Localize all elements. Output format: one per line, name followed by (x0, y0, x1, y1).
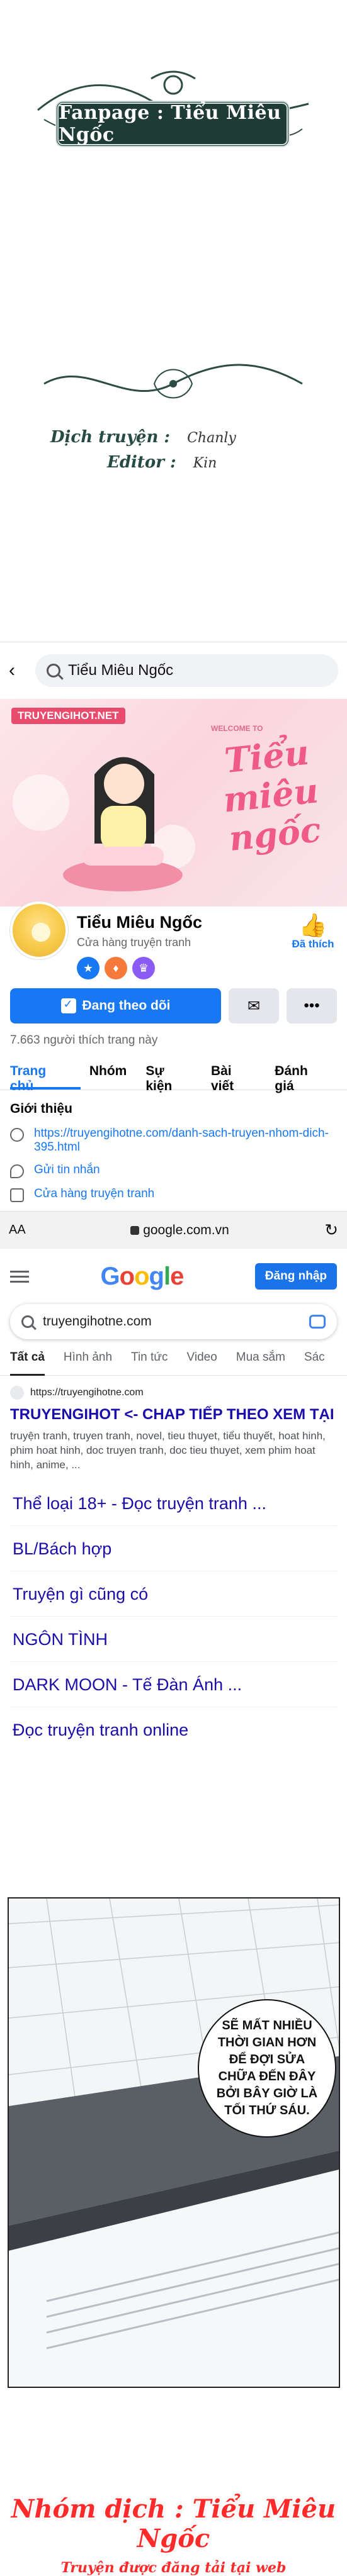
cover-photo[interactable]: TRUYENGIHOT.NET WELCOME TO Tiểu miêu ngố… (0, 699, 347, 906)
back-arrow-icon[interactable]: ‹ (9, 661, 28, 680)
sitelink[interactable]: DARK MOON - Tế Đàn Ánh ... (10, 1662, 337, 1707)
badge-row: ★ ♦ ♛ (77, 957, 288, 979)
info-badge-icon[interactable]: ★ (77, 957, 100, 979)
sitelink[interactable]: BL/Bách hợp (10, 1526, 337, 1571)
google-header: Google Đăng nhập (0, 1249, 347, 1304)
translator-credit: Dịch truyện : Chanly (50, 428, 236, 447)
profile-info: Tiểu Miêu Ngốc Cửa hàng truyện tranh ★ ♦… (77, 913, 288, 988)
fanpage-banner: Fanpage : Tiểu Miêu Ngốc (55, 101, 290, 147)
messenger-icon: ✉ (247, 997, 261, 1015)
lock-icon (130, 1225, 140, 1235)
intro-website-link[interactable]: https://truyengihotne.com/danh-sach-truy… (34, 1127, 337, 1154)
intro-section: Giới thiệu https://truyengihotne.com/dan… (0, 1090, 347, 1202)
google-tabs: Tất cả Hình ảnh Tin tức Video Mua sắm Sá… (0, 1339, 347, 1376)
ceiling-illustration-icon (9, 1899, 339, 2387)
comic-panel: SẼ MẤT NHIỀU THỜI GIAN HƠN ĐỂ ĐỢI SỬA CH… (8, 1897, 340, 2388)
search-icon (21, 1315, 34, 1328)
send-message-link[interactable]: Gửi tin nhắn (34, 1163, 100, 1177)
likes-count: 7.663 người thích trang này (10, 1034, 158, 1047)
g-tab-all[interactable]: Tất cả (10, 1351, 45, 1376)
sitelink[interactable]: Truyện gì cũng có (10, 1571, 337, 1617)
reload-icon[interactable]: ↻ (319, 1220, 338, 1240)
fb-search-bar[interactable]: Tiểu Miêu Ngốc (35, 654, 338, 687)
text-size-button[interactable]: AA (9, 1223, 40, 1237)
browser-address-bar: AA google.com.vn ↻ (0, 1211, 347, 1249)
search-result: https://truyengihotne.com TRUYENGIHOT <-… (0, 1376, 347, 1753)
google-logo: Google (100, 1262, 185, 1290)
result-title[interactable]: TRUYENGIHOT <- CHAP TIẾP THEO XEM TẠI ĐÂ… (10, 1406, 337, 1424)
messenger-button[interactable]: ✉ (229, 988, 279, 1023)
url-text: google.com.vn (143, 1222, 229, 1237)
globe-icon (10, 1128, 24, 1142)
tab-home[interactable]: Trang chủ (10, 1057, 81, 1093)
intro-category-row: Cửa hàng truyện tranh (10, 1187, 337, 1202)
thumbs-up-icon: 👍 (299, 912, 327, 938)
facebook-screenshot: ‹ Tiểu Miêu Ngốc TRUYENGIHOT.NET WELCOME… (0, 642, 347, 1837)
g-tab-images[interactable]: Hình ảnh (64, 1351, 112, 1375)
page-category: Cửa hàng truyện tranh (77, 936, 191, 949)
fanpage-text: Fanpage : Tiểu Miêu Ngốc (59, 102, 282, 146)
favicon-icon (10, 1386, 24, 1400)
credits-banner: Fanpage : Tiểu Miêu Ngốc Dịch truyện : C… (0, 0, 347, 642)
following-check-icon (60, 998, 76, 1013)
search-icon (47, 664, 60, 677)
fb-search-text: Tiểu Miêu Ngốc (68, 662, 174, 679)
avatar[interactable] (10, 901, 68, 959)
tab-reviews[interactable]: Đánh giá (275, 1057, 338, 1093)
g-tab-news[interactable]: Tin tức (131, 1351, 168, 1375)
tab-events[interactable]: Sự kiện (145, 1057, 202, 1093)
more-icon: ••• (304, 997, 320, 1014)
sitelink[interactable]: Đọc truyện tranh online (10, 1707, 337, 1753)
cover-watermark: TRUYENGIHOT.NET (11, 708, 125, 724)
sitelinks: Thể loại 18+ - Đọc truyện tranh ... BL/B… (10, 1481, 337, 1753)
camera-lens-icon[interactable] (309, 1315, 326, 1329)
footer-group-name: Nhóm dịch : Tiểu Miêu Ngốc (11, 2494, 336, 2553)
ornament-divider-icon (43, 364, 303, 399)
translator-label: Dịch truyện : (50, 428, 171, 447)
footer-website: Truyện được đăng tải tại web TRUYENGIHOT… (60, 2560, 287, 2576)
liked-label: Đã thích (292, 938, 334, 950)
tab-posts[interactable]: Bài viết (211, 1057, 266, 1093)
crown-badge-icon[interactable]: ♛ (132, 957, 155, 979)
cover-logo-text: Tiểu miêu ngốc (221, 732, 323, 859)
editor-signature: Kin (193, 455, 217, 471)
fire-badge-icon[interactable]: ♦ (105, 957, 127, 979)
category-link[interactable]: Cửa hàng truyện tranh (34, 1187, 154, 1201)
login-button[interactable]: Đăng nhập (254, 1263, 337, 1290)
sitelink[interactable]: Thể loại 18+ - Đọc truyện tranh ... (10, 1481, 337, 1526)
translator-signature: Chanly (187, 430, 236, 446)
g-tab-shopping[interactable]: Mua sắm (236, 1351, 285, 1375)
action-row: Đang theo dõi ✉ ••• (0, 988, 347, 1023)
address-url[interactable]: google.com.vn (40, 1223, 319, 1238)
more-button[interactable]: ••• (287, 988, 337, 1023)
intro-website-row: https://truyengihotne.com/danh-sach-truy… (10, 1127, 337, 1154)
sitelink[interactable]: NGÔN TÌNH (10, 1617, 337, 1662)
result-site: https://truyengihotne.com (10, 1386, 337, 1400)
cover-welcome: WELCOME TO (211, 724, 263, 733)
page-name[interactable]: Tiểu Miêu Ngốc (77, 913, 288, 932)
result-site-url[interactable]: https://truyengihotne.com (30, 1387, 144, 1398)
tag-icon (10, 1188, 24, 1202)
messenger-small-icon (10, 1164, 24, 1178)
fb-topbar: ‹ Tiểu Miêu Ngốc (0, 642, 347, 699)
result-description: truyện tranh, truyen tranh, novel, tieu … (10, 1430, 326, 1471)
g-tab-books[interactable]: Sác (304, 1351, 325, 1375)
g-tab-video[interactable]: Video (187, 1351, 217, 1375)
editor-credit: Editor : Kin (107, 453, 217, 472)
girl-illustration-icon (63, 757, 183, 891)
editor-label: Editor : (107, 453, 176, 472)
tab-groups[interactable]: Nhóm (89, 1057, 137, 1090)
profile-row: Tiểu Miêu Ngốc Cửa hàng truyện tranh ★ ♦… (0, 901, 347, 988)
footer-watermark: Nhóm dịch : Tiểu Miêu Ngốc Truyện được đ… (0, 2466, 347, 2576)
following-label: Đang theo dõi (82, 998, 171, 1013)
google-query: truyengihotne.com (43, 1314, 152, 1329)
intro-title: Giới thiệu (10, 1101, 72, 1116)
following-button[interactable]: Đang theo dõi (10, 988, 221, 1023)
google-search-box[interactable]: truyengihotne.com (10, 1304, 337, 1339)
intro-message-row: Gửi tin nhắn (10, 1163, 337, 1178)
page-tabs: Trang chủ Nhóm Sự kiện Bài viết Đánh giá (0, 1054, 347, 1093)
menu-icon[interactable] (10, 1268, 29, 1286)
liked-button[interactable]: 👍 Đã thích (288, 913, 338, 988)
speech-bubble: SẼ MẤT NHIỀU THỜI GIAN HƠN ĐỂ ĐỢI SỬA CH… (198, 1999, 336, 2138)
